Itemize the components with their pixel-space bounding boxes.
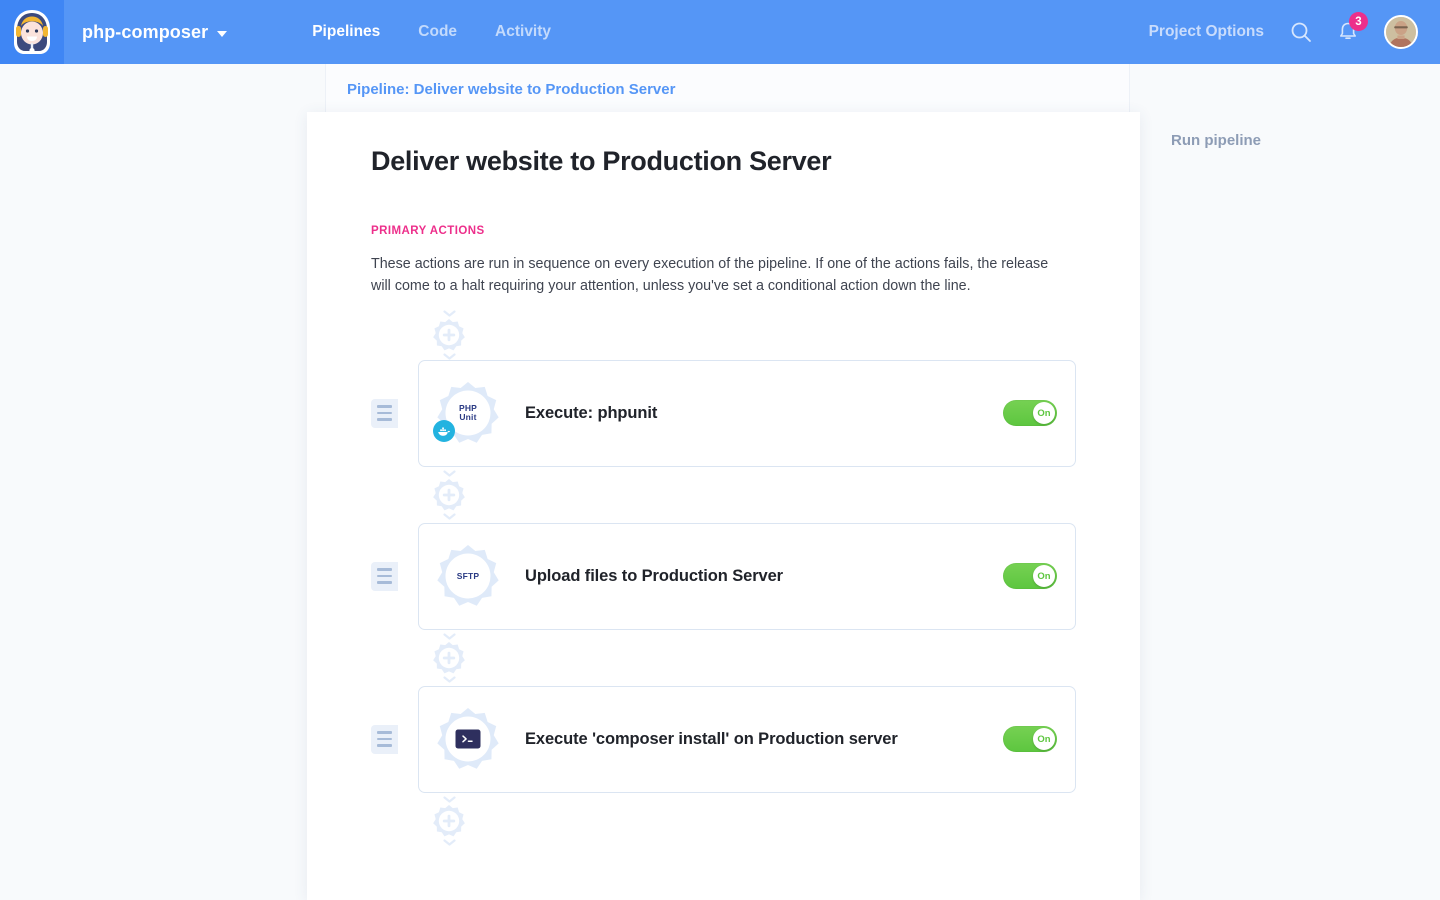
action-title: Upload files to Production Server xyxy=(525,567,783,586)
action-card[interactable]: PHPUnit Execute: phpunit On xyxy=(418,360,1076,467)
action-card[interactable]: Execute 'composer install' on Production… xyxy=(418,686,1076,793)
buddy-mascot-logo-icon xyxy=(10,8,54,56)
action-title: Execute: phpunit xyxy=(525,404,657,423)
chevron-down-icon xyxy=(443,513,456,520)
app-logo-button[interactable] xyxy=(0,0,64,64)
notifications-button[interactable]: 3 xyxy=(1338,21,1358,43)
main-nav: Pipelines Code Activity xyxy=(312,0,551,64)
user-avatar-icon xyxy=(1386,17,1416,47)
action-icon: SFTP xyxy=(435,543,501,609)
action-enabled-toggle[interactable]: On xyxy=(1003,400,1057,426)
right-sidebar: Run pipeline xyxy=(1130,64,1440,900)
action-title: Execute 'composer install' on Production… xyxy=(525,730,898,749)
breadcrumb: Pipeline: Deliver website to Production … xyxy=(325,64,1130,114)
chevron-down-icon xyxy=(217,31,227,37)
chevron-down-icon xyxy=(443,676,456,683)
nav-item-activity[interactable]: Activity xyxy=(495,0,551,64)
nav-item-pipelines[interactable]: Pipelines xyxy=(312,0,380,64)
action-enabled-toggle[interactable]: On xyxy=(1003,726,1057,752)
drag-handle[interactable] xyxy=(371,562,398,591)
toggle-state-label: On xyxy=(1033,402,1055,424)
toggle-state-label: On xyxy=(1033,728,1055,750)
page-title: Deliver website to Production Server xyxy=(371,146,1076,177)
action-row: SFTP Upload files to Production Server On xyxy=(371,523,1076,630)
drag-handle[interactable] xyxy=(371,725,398,754)
sftp-icon: SFTP xyxy=(435,543,501,609)
breadcrumb-pipeline-link[interactable]: Pipeline: Deliver website to Production … xyxy=(347,81,675,98)
chevron-down-icon xyxy=(443,470,456,477)
primary-actions-description: These actions are run in sequence on eve… xyxy=(371,254,1071,298)
project-switcher[interactable]: php-composer xyxy=(82,22,227,43)
drag-handle[interactable] xyxy=(371,399,398,428)
action-connector xyxy=(427,310,471,360)
chevron-down-icon xyxy=(443,633,456,640)
toggle-state-label: On xyxy=(1033,565,1055,587)
action-connector xyxy=(427,467,471,523)
terminal-icon xyxy=(456,730,481,749)
add-action-button[interactable] xyxy=(432,478,466,512)
chevron-down-icon xyxy=(443,353,456,360)
action-icon xyxy=(435,706,501,772)
chevron-down-icon xyxy=(443,796,456,803)
add-action-button[interactable] xyxy=(432,804,466,838)
search-button[interactable] xyxy=(1290,21,1312,43)
topbar-actions: Project Options 3 xyxy=(1149,15,1440,49)
primary-actions-label: PRIMARY ACTIONS xyxy=(371,225,1076,237)
pipeline-panel: Deliver website to Production Server PRI… xyxy=(307,112,1140,900)
action-icon: PHPUnit xyxy=(435,380,501,446)
project-name-label: php-composer xyxy=(82,22,208,43)
add-action-button[interactable] xyxy=(432,318,466,352)
notification-count-badge: 3 xyxy=(1349,12,1368,31)
search-icon xyxy=(1290,21,1312,43)
chevron-down-icon xyxy=(443,310,456,317)
pipeline-action-flow: PHPUnit Execute: phpunit On SFTP Upload file… xyxy=(371,310,1076,849)
action-icon-line2: Unit xyxy=(459,413,476,422)
action-row: Execute 'composer install' on Production… xyxy=(371,686,1076,793)
add-action-button[interactable] xyxy=(432,641,466,675)
nav-item-code[interactable]: Code xyxy=(418,0,457,64)
project-options-link[interactable]: Project Options xyxy=(1149,23,1264,41)
run-pipeline-link[interactable]: Run pipeline xyxy=(1171,132,1261,149)
action-connector xyxy=(427,793,471,849)
action-card[interactable]: SFTP Upload files to Production Server On xyxy=(418,523,1076,630)
action-row: PHPUnit Execute: phpunit On xyxy=(371,360,1076,467)
action-enabled-toggle[interactable]: On xyxy=(1003,563,1057,589)
top-navigation-bar: php-composer Pipelines Code Activity Pro… xyxy=(0,0,1440,64)
action-connector xyxy=(427,630,471,686)
app-root: php-composer Pipelines Code Activity Pro… xyxy=(0,0,1440,900)
action-icon-line1: SFTP xyxy=(457,572,480,581)
chevron-down-icon xyxy=(443,839,456,846)
avatar[interactable] xyxy=(1384,15,1418,49)
